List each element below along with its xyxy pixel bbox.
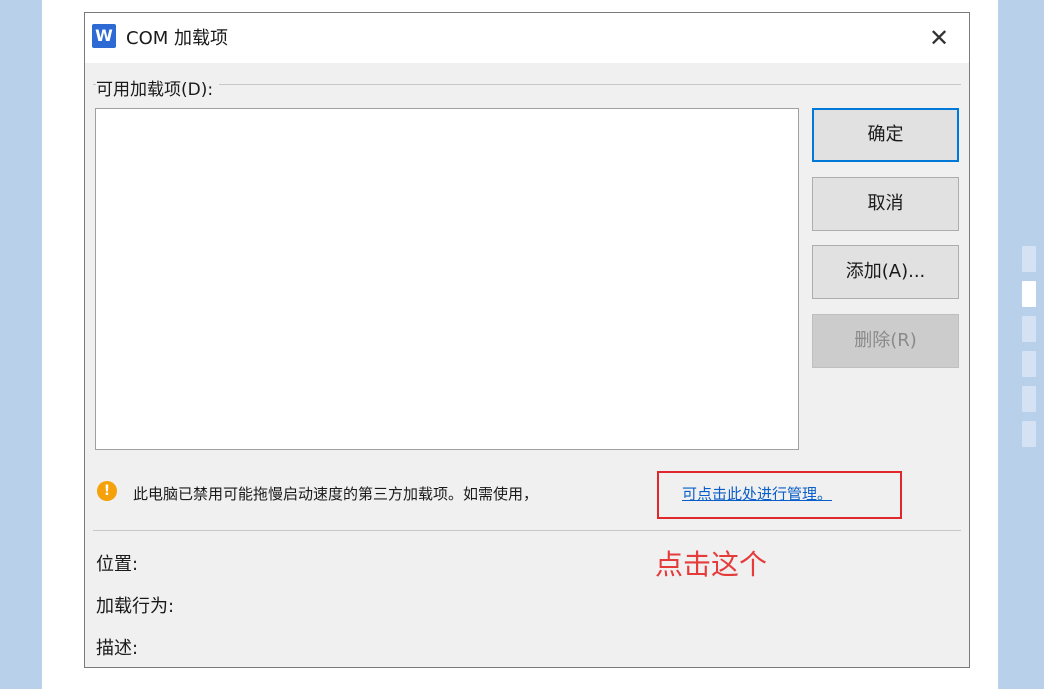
remove-button: 删除(R): [812, 314, 959, 368]
page-thumb[interactable]: [1022, 246, 1036, 272]
info-divider: [93, 530, 961, 531]
page-thumb[interactable]: [1022, 421, 1036, 447]
annotation-highlight-box: [657, 471, 902, 519]
page-thumb[interactable]: [1022, 351, 1036, 377]
disabled-addins-notice: 此电脑已禁用可能拖慢启动速度的第三方加载项。如需使用，: [133, 485, 539, 503]
page-thumb-active[interactable]: [1022, 281, 1036, 307]
description-label: 描述:: [96, 638, 139, 659]
load-behavior-label: 加载行为:: [96, 596, 175, 617]
annotation-text: 点击这个: [655, 548, 768, 581]
warning-icon: !: [97, 481, 117, 501]
dialog-title: COM 加载项: [126, 28, 228, 49]
addins-list[interactable]: [95, 108, 799, 450]
group-divider: [93, 84, 961, 85]
page-thumb[interactable]: [1022, 386, 1036, 412]
com-addins-dialog: W COM 加载项 ✕ 可用加载项(D): 确定 取消 添加(A)... 删除(…: [84, 12, 970, 668]
add-button[interactable]: 添加(A)...: [812, 245, 959, 299]
page-thumb[interactable]: [1022, 316, 1036, 342]
dialog-titlebar: W COM 加载项 ✕: [85, 13, 969, 63]
page-thumbnail-rail[interactable]: [1022, 246, 1036, 456]
cancel-button[interactable]: 取消: [812, 177, 959, 231]
close-button[interactable]: ✕: [919, 19, 959, 57]
location-label: 位置:: [96, 554, 139, 575]
ok-button[interactable]: 确定: [812, 108, 959, 162]
wps-writer-icon: W: [92, 24, 116, 48]
available-addins-label: 可用加载项(D):: [96, 75, 220, 100]
